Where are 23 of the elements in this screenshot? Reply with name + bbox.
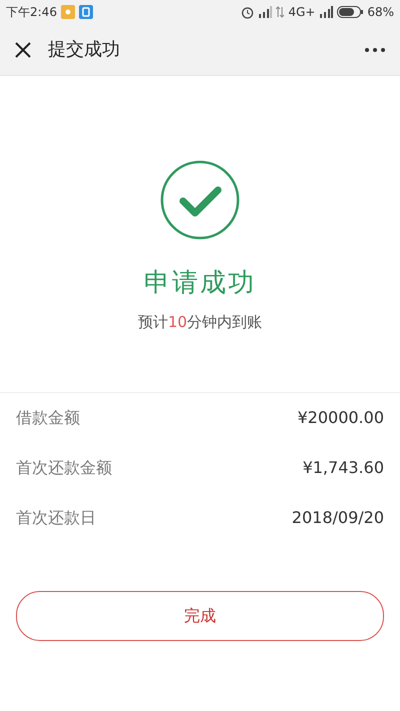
alarm-icon (241, 6, 254, 18)
data-arrows-icon (276, 6, 284, 18)
battery-icon (337, 6, 364, 18)
eta-text: 预计10分钟内到账 (138, 312, 262, 333)
status-time: 下午2:46 (6, 4, 57, 21)
success-title: 申请成功 (144, 267, 256, 300)
network-type: 4G+ (288, 4, 316, 21)
app-icon (78, 5, 93, 19)
done-button[interactable]: 完成 (16, 590, 384, 640)
detail-value: 2018/09/20 (292, 506, 384, 528)
page-title: 提交成功 (48, 38, 121, 62)
detail-value: ¥1,743.60 (302, 456, 384, 478)
more-icon[interactable] (364, 46, 386, 52)
signal-icon (319, 6, 334, 18)
success-check-icon (160, 160, 240, 240)
battery-level: 68% (367, 4, 394, 21)
close-icon[interactable] (14, 40, 32, 58)
detail-value: ¥20000.00 (297, 406, 384, 428)
app-icon (60, 5, 75, 19)
detail-label: 首次还款日 (16, 506, 96, 528)
detail-label: 借款金额 (16, 406, 80, 428)
signal-icon (258, 6, 272, 18)
detail-label: 首次还款金额 (16, 456, 112, 478)
